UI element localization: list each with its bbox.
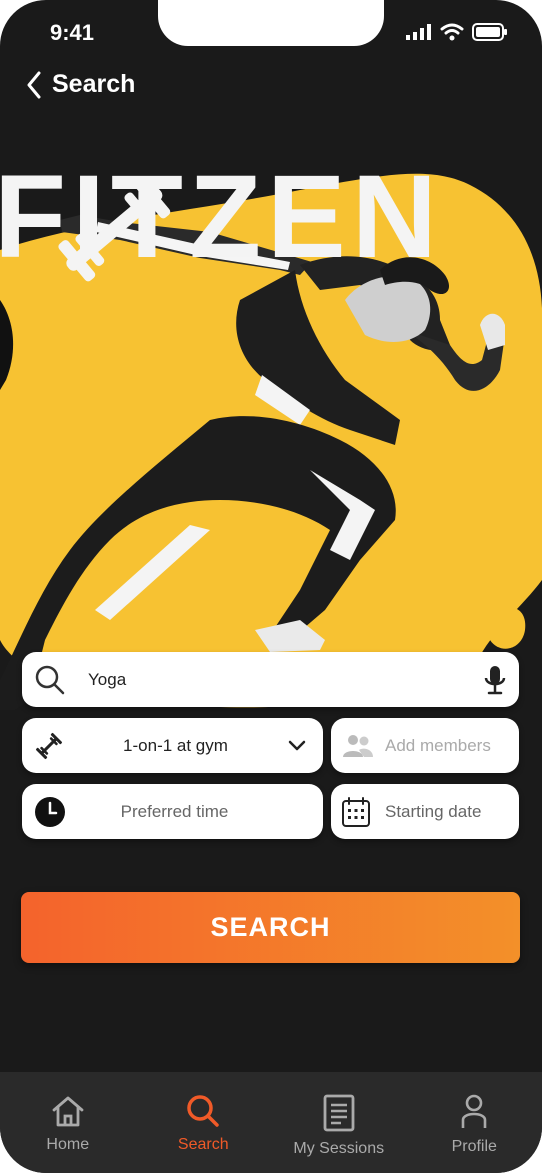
search-button[interactable]: SEARCH	[21, 892, 520, 963]
tab-home[interactable]: Home	[0, 1072, 136, 1173]
search-input[interactable]: Yoga	[22, 652, 519, 707]
page-title: Search	[52, 70, 136, 98]
chevron-down-icon	[288, 740, 306, 750]
wifi-icon	[440, 23, 464, 41]
brand-logo: FITZEN	[0, 151, 443, 283]
tab-home-label: Home	[46, 1136, 90, 1153]
person-icon	[461, 1094, 487, 1128]
calendar-icon	[342, 796, 370, 827]
preferred-time-field[interactable]: Preferred time	[22, 784, 323, 839]
tab-search[interactable]: Search	[136, 1072, 272, 1173]
status-time: 9:41	[50, 20, 95, 45]
search-icon	[187, 1095, 219, 1127]
status-icons	[406, 23, 508, 41]
group-icon	[343, 734, 373, 757]
signal-icon	[406, 24, 431, 40]
tab-search-label: Search	[177, 1136, 229, 1153]
session-type-value: 1-on-1 at gym	[123, 735, 228, 755]
add-members-field[interactable]: Add members	[331, 718, 519, 773]
bottom-tab-bar: Home Search My Sessions Profile	[0, 1072, 542, 1173]
tab-profile-label: Profile	[451, 1138, 497, 1155]
phone-screen: 9:41 Search FITZEN Yoga 1-on-1 at gym Ad…	[0, 0, 542, 1173]
notch	[158, 0, 384, 46]
microphone-icon[interactable]	[483, 664, 507, 696]
search-icon	[35, 665, 65, 694]
search-query-value: Yoga	[88, 669, 127, 689]
chevron-left-icon	[27, 71, 41, 98]
starting-date-placeholder: Starting date	[385, 801, 482, 821]
battery-icon	[472, 23, 507, 41]
dumbbell-icon	[35, 732, 63, 759]
back-button[interactable]: Search	[26, 70, 135, 99]
clock-icon	[35, 796, 65, 827]
tab-my-sessions[interactable]: My Sessions	[271, 1072, 407, 1173]
tab-profile[interactable]: Profile	[407, 1072, 542, 1173]
document-icon	[323, 1094, 355, 1132]
starting-date-field[interactable]: Starting date	[331, 784, 519, 839]
add-members-placeholder: Add members	[385, 735, 491, 755]
tab-my-sessions-label: My Sessions	[293, 1140, 385, 1157]
home-icon	[52, 1096, 84, 1127]
session-type-select[interactable]: 1-on-1 at gym	[22, 718, 323, 773]
preferred-time-placeholder: Preferred time	[120, 801, 229, 821]
